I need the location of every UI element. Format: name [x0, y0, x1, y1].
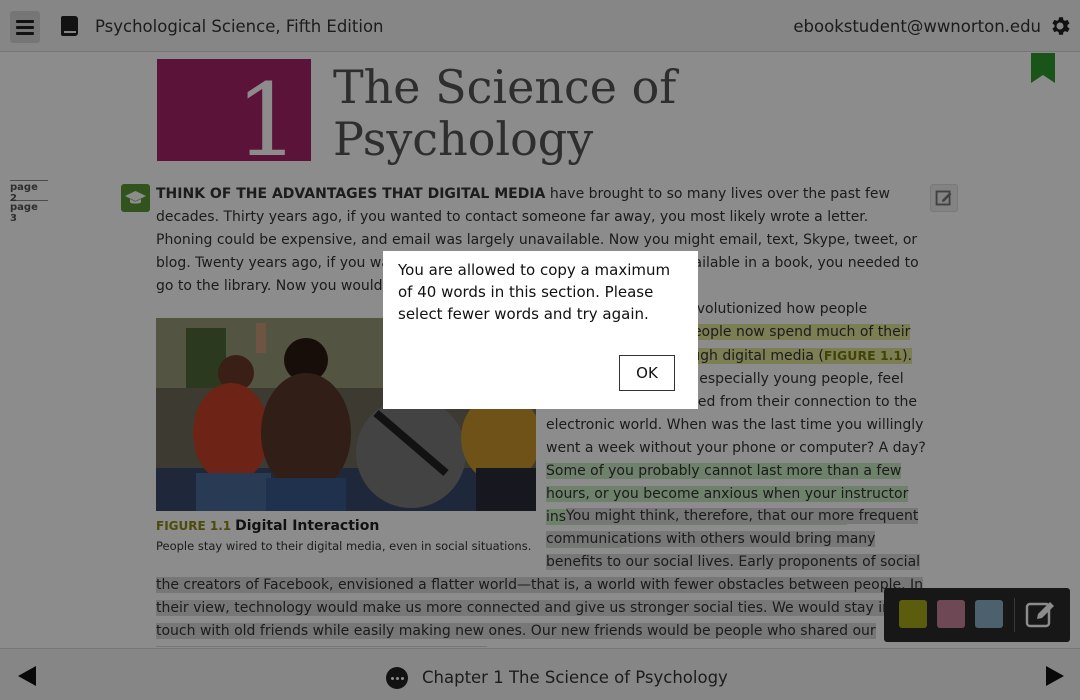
ok-button[interactable]: OK — [619, 355, 675, 391]
dialog-message: You are allowed to copy a maximum of 40 … — [398, 261, 671, 323]
copy-limit-dialog: You are allowed to copy a maximum of 40 … — [383, 251, 698, 409]
